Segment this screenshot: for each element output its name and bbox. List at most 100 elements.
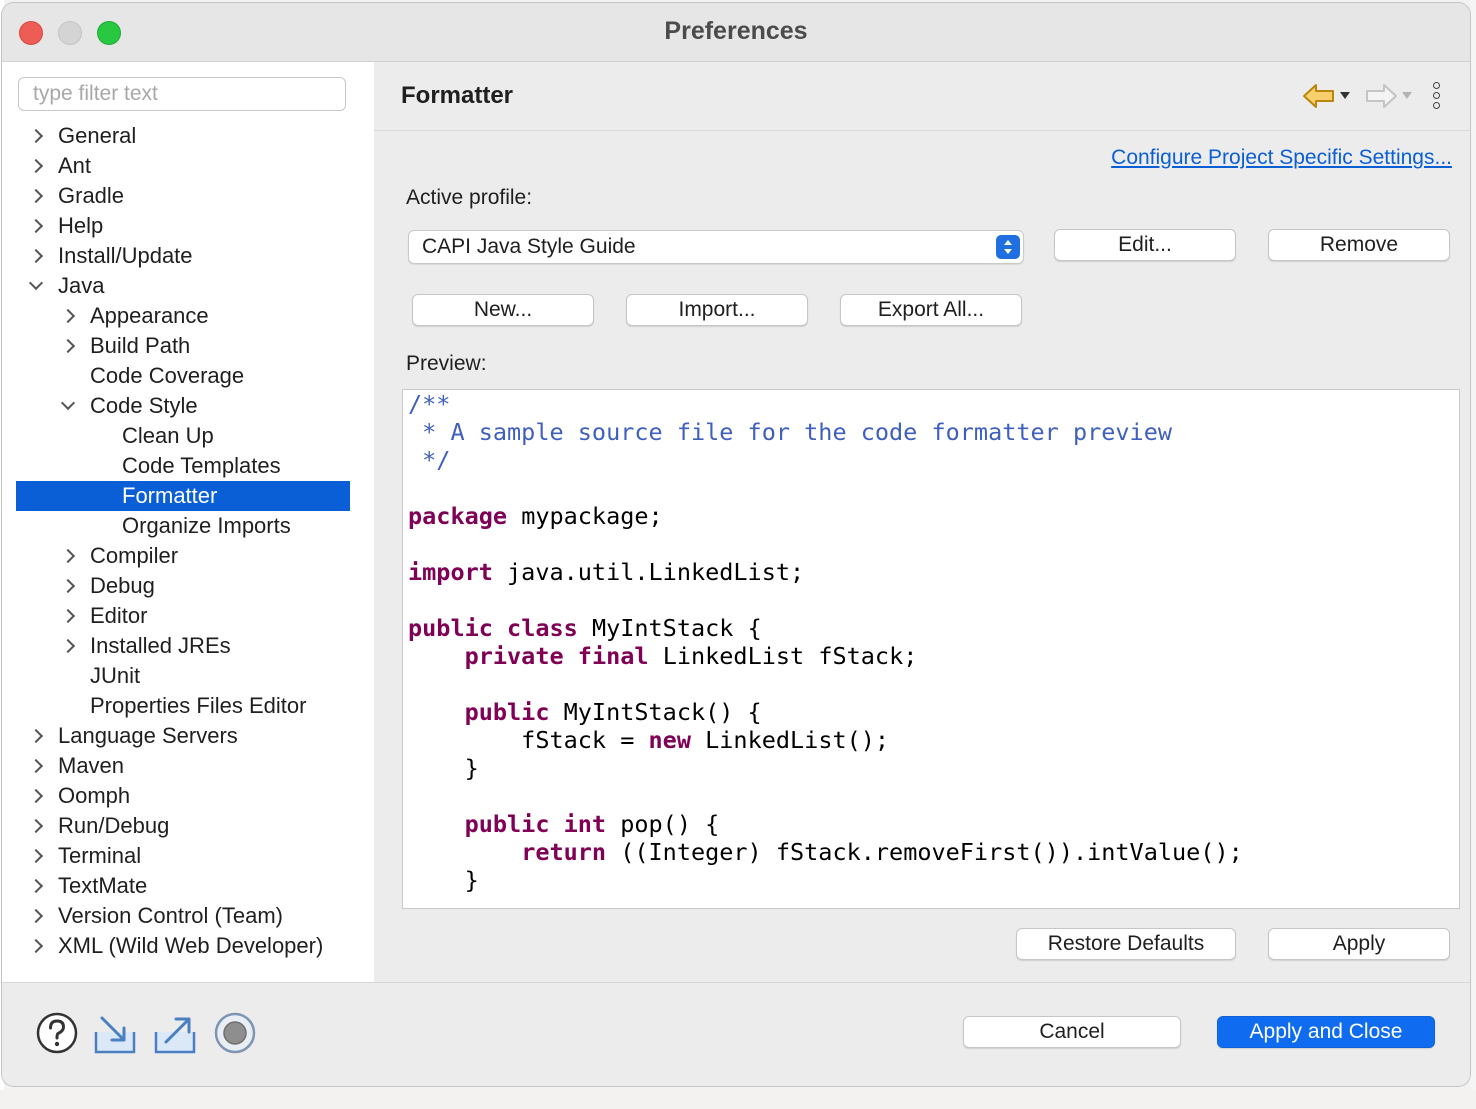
tree-item[interactable]: XML (Wild Web Developer) [16,931,350,961]
chevron-right-icon[interactable] [26,121,46,151]
restore-defaults-button[interactable]: Restore Defaults [1016,928,1236,960]
tree-item-label: Version Control (Team) [58,903,283,928]
tree-item-label: Appearance [90,303,209,328]
chevron-right-icon[interactable] [26,811,46,841]
chevron-right-icon[interactable] [26,901,46,931]
tree-item[interactable]: Language Servers [16,721,350,751]
code-text: LinkedList(); [690,726,890,754]
tree-item-label: JUnit [90,663,141,688]
formatter-preview[interactable]: /** * A sample source file for the code … [402,389,1460,909]
active-profile-value: CAPI Java Style Guide [422,235,636,258]
help-icon[interactable] [34,1010,80,1056]
chevron-right-icon[interactable] [26,721,46,751]
tree-item-label: Debug [90,573,155,598]
code-line: * A sample source file for the code form… [408,418,1243,446]
chevron-right-icon[interactable] [26,871,46,901]
tree-item[interactable]: Editor [16,601,350,631]
configure-project-settings-link[interactable]: Configure Project Specific Settings... [1111,146,1452,170]
tree-item[interactable]: Appearance [16,301,350,331]
tree-item[interactable]: Maven [16,751,350,781]
tree-item[interactable]: Oomph [16,781,350,811]
code-text: pop() { [606,810,720,838]
tree-item[interactable]: General [16,121,350,151]
tree-item[interactable]: Java [16,271,350,301]
active-profile-label: Active profile: [406,186,533,209]
chevron-right-icon[interactable] [58,631,78,661]
preference-page: Formatter Configure Project Specific Set… [374,62,1470,982]
tree-item-label: Formatter [122,483,218,508]
tree-item[interactable]: Ant [16,151,350,181]
tree-item[interactable]: Debug [16,571,350,601]
import-profile-button[interactable]: Import... [626,294,808,326]
code-keyword: import [408,558,493,586]
code-keyword: class [507,614,578,642]
record-icon[interactable] [212,1010,258,1056]
tree-item[interactable]: Formatter [16,481,350,511]
chevron-right-icon[interactable] [26,751,46,781]
back-arrow-icon[interactable] [1302,82,1336,110]
chevron-right-icon[interactable] [26,781,46,811]
tree-item-label: Oomph [58,783,131,808]
active-profile-select[interactable]: CAPI Java Style Guide [408,230,1024,264]
tree-item[interactable]: Version Control (Team) [16,901,350,931]
view-menu-icon[interactable] [1432,82,1446,116]
tree-item[interactable]: Properties Files Editor [16,691,350,721]
chevron-right-icon[interactable] [26,841,46,871]
export-preferences-icon[interactable] [152,1010,198,1056]
tree-item[interactable]: Installed JREs [16,631,350,661]
preferences-dialog: Preferences General Ant Gradle Help Install/… [2,3,1470,1086]
chevron-right-icon[interactable] [26,211,46,241]
code-keyword: new [648,726,691,754]
forward-arrow-icon[interactable] [1364,82,1398,110]
edit-profile-button[interactable]: Edit... [1054,229,1236,261]
chevron-down-icon[interactable] [26,271,46,301]
select-stepper-icon [996,235,1020,259]
code-line: private final LinkedList fStack; [408,642,1243,670]
chevron-right-icon[interactable] [26,151,46,181]
code-line: fStack = new LinkedList(); [408,726,1243,754]
forward-history-dropdown-icon[interactable] [1402,92,1412,99]
filter-input[interactable] [18,77,346,111]
tree-item[interactable]: Code Style [16,391,350,421]
tree-item[interactable]: Terminal [16,841,350,871]
chevron-right-icon[interactable] [58,601,78,631]
title-bar[interactable]: Preferences [2,3,1470,62]
tree-item[interactable]: Code Templates [16,451,350,481]
tree-item[interactable]: Run/Debug [16,811,350,841]
chevron-right-icon[interactable] [26,181,46,211]
import-preferences-icon[interactable] [92,1010,138,1056]
chevron-down-icon[interactable] [58,391,78,421]
tree-item[interactable]: Compiler [16,541,350,571]
tree-item[interactable]: Help [16,211,350,241]
tree-item[interactable]: Gradle [16,181,350,211]
code-text: MyIntStack() { [549,698,762,726]
back-history-dropdown-icon[interactable] [1340,92,1350,99]
tree-item[interactable]: Code Coverage [16,361,350,391]
tree-item[interactable]: Organize Imports [16,511,350,541]
chevron-right-icon[interactable] [26,241,46,271]
tree-item-label: Terminal [58,843,142,868]
apply-and-close-button[interactable]: Apply and Close [1217,1016,1435,1048]
tree-item[interactable]: JUnit [16,661,350,691]
cancel-button[interactable]: Cancel [963,1016,1181,1048]
chevron-right-icon[interactable] [58,301,78,331]
chevron-right-icon[interactable] [58,331,78,361]
new-profile-button[interactable]: New... [412,294,594,326]
tree-item[interactable]: TextMate [16,871,350,901]
remove-profile-button[interactable]: Remove [1268,229,1450,261]
chevron-right-icon[interactable] [58,571,78,601]
code-keyword: return [521,838,607,866]
chevron-right-icon[interactable] [26,931,46,961]
chevron-right-icon[interactable] [58,541,78,571]
code-line: public class MyIntStack { [408,614,1243,642]
tree-item[interactable]: Build Path [16,331,350,361]
tree-item[interactable]: Install/Update [16,241,350,271]
code-text: fStack = [408,726,649,754]
apply-button[interactable]: Apply [1268,928,1450,960]
tree-item-label: Code Coverage [90,363,245,388]
window-title: Preferences [664,17,808,45]
export-all-button[interactable]: Export All... [840,294,1022,326]
tree-item[interactable]: Clean Up [16,421,350,451]
